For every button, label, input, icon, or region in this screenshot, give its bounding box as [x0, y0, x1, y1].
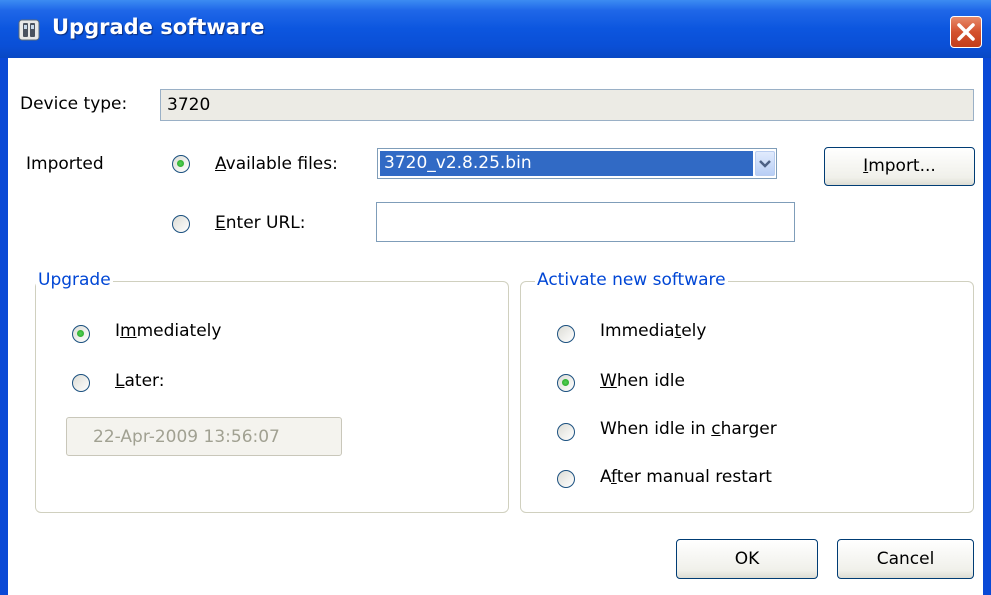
activate-when-idle-charger-radio[interactable]: [557, 423, 575, 441]
activate-new-software-group: Activate new software Immediately When i…: [520, 270, 974, 513]
dialog-title: Upgrade software: [52, 15, 265, 39]
enter-url-label[interactable]: Enter URL:: [215, 213, 306, 233]
activate-after-restart-label[interactable]: After manual restart: [600, 467, 772, 487]
selected-file[interactable]: 3720_v2.8.25.bin: [380, 151, 753, 176]
upgrade-later-radio[interactable]: [72, 374, 90, 392]
ok-button[interactable]: OK: [676, 539, 818, 579]
dialog-body: Device type: 3720 Imported Available fil…: [8, 58, 983, 595]
activate-when-idle-label[interactable]: When idle: [600, 371, 685, 391]
cancel-button[interactable]: Cancel: [837, 539, 974, 579]
upgrade-group: Upgrade Immediately Later: 22-Apr-2009 1…: [35, 270, 509, 513]
activate-when-idle-radio[interactable]: [557, 374, 575, 392]
upgrade-immediately-radio[interactable]: [72, 325, 90, 343]
available-files-dropdown[interactable]: 3720_v2.8.25.bin: [377, 148, 777, 179]
upgrade-later-datetime-field: 22-Apr-2009 13:56:07: [66, 417, 342, 456]
close-button[interactable]: [950, 16, 982, 48]
available-files-radio[interactable]: [172, 155, 190, 173]
device-type-value: 3720: [167, 95, 211, 115]
app-icon: [18, 19, 40, 41]
upgrade-immediately-label[interactable]: Immediately: [115, 321, 221, 341]
activate-immediately-radio[interactable]: [557, 325, 575, 343]
device-type-label: Device type:: [20, 94, 128, 114]
upgrade-legend: Upgrade: [36, 270, 113, 290]
title-bar[interactable]: Upgrade software: [0, 0, 991, 58]
url-input[interactable]: [376, 202, 795, 242]
imported-label: Imported: [26, 154, 104, 174]
available-files-label[interactable]: Available files:: [215, 154, 338, 174]
upgrade-later-label[interactable]: Later:: [115, 371, 164, 391]
activate-legend: Activate new software: [535, 270, 728, 290]
activate-when-idle-charger-label[interactable]: When idle in charger: [600, 419, 777, 439]
dropdown-arrow-button[interactable]: [755, 151, 775, 176]
device-type-field: 3720: [160, 89, 974, 121]
close-icon: [957, 23, 975, 41]
import-button[interactable]: Import...: [824, 147, 975, 186]
enter-url-radio[interactable]: [172, 215, 190, 233]
activate-immediately-label[interactable]: Immediately: [600, 321, 706, 341]
activate-after-restart-radio[interactable]: [557, 470, 575, 488]
chevron-down-icon: [759, 160, 771, 168]
upgrade-software-dialog: Upgrade software Device type: 3720 Impor…: [0, 0, 991, 595]
